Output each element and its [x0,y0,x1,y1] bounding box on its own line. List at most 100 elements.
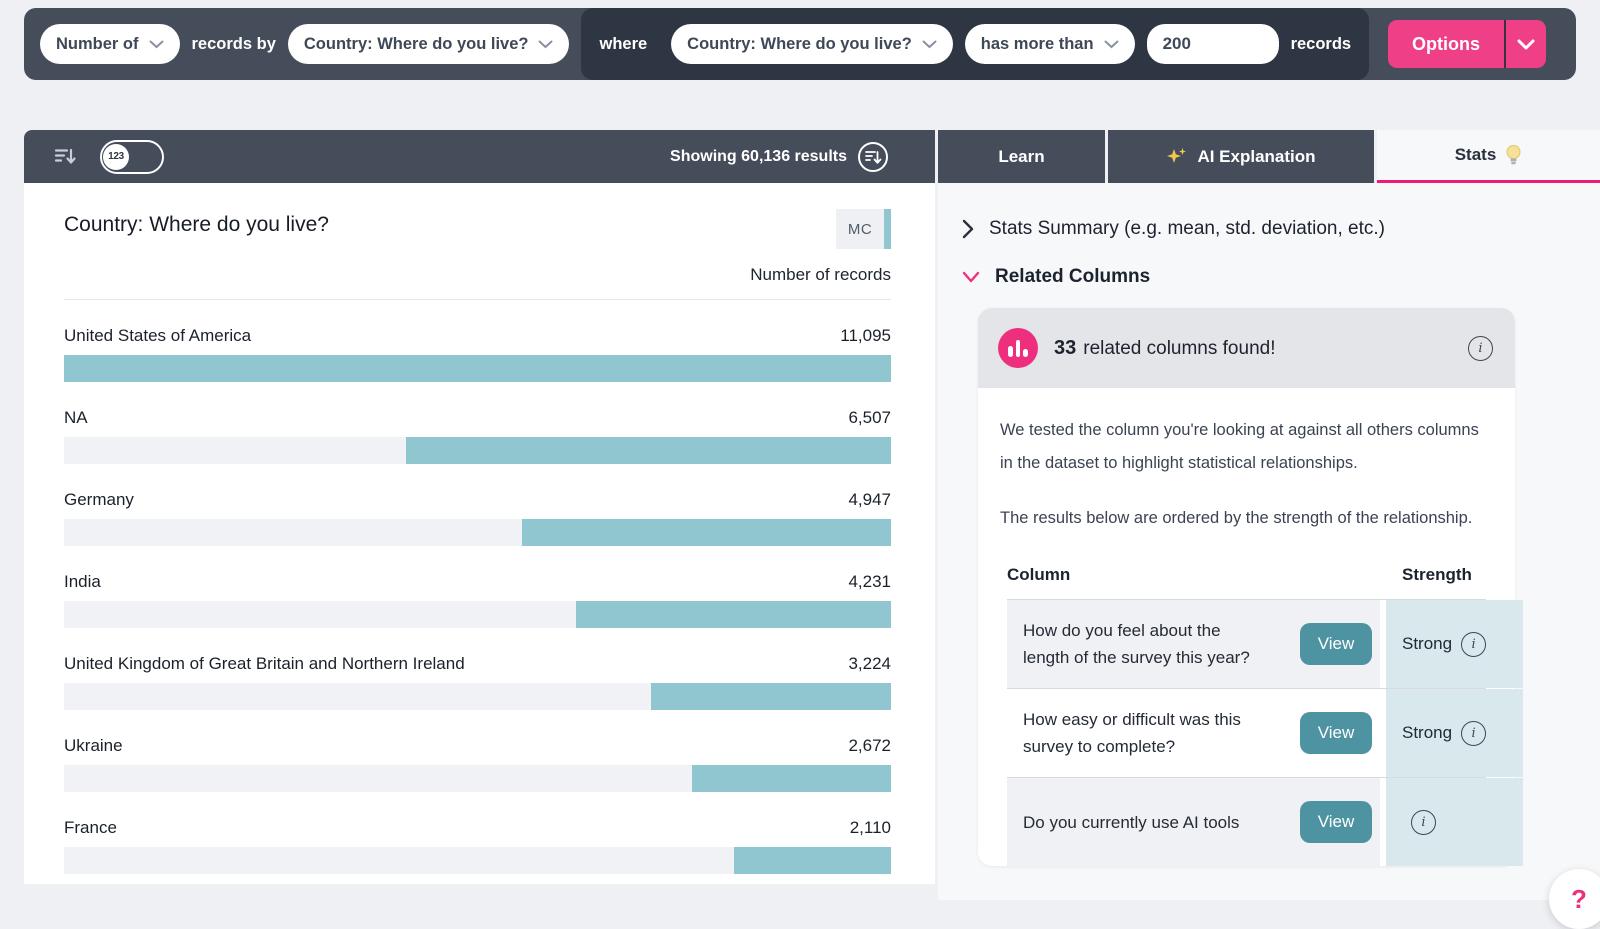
bar-fill [734,847,891,874]
chevron-down-icon [922,40,937,49]
filter-value-input[interactable] [1147,24,1279,64]
view-button[interactable]: View [1300,712,1372,754]
strength-cell: Strong i [1386,689,1523,777]
chart-bar-row[interactable]: United States of America 11,095 [64,326,891,382]
chevron-down-icon [1517,39,1535,50]
filter-group: where Country: Where do you live? has mo… [581,8,1369,80]
info-icon[interactable]: i [1468,336,1493,361]
chevron-down-icon [538,40,553,49]
stats-summary-label: Stats Summary (e.g. mean, std. deviation… [989,218,1385,240]
table-row: Do you currently use AI tools View i [1007,777,1486,866]
bar-category-label: NA [64,408,88,428]
tab-stats[interactable]: Stats [1377,130,1600,183]
help-button[interactable]: ? [1549,869,1600,929]
chevron-right-icon [962,219,974,239]
strength-cell: i [1386,778,1523,866]
info-icon[interactable]: i [1461,632,1486,657]
chart-bar-row[interactable]: Germany 4,947 [64,490,891,546]
related-columns-card: 33related columns found! i We tested the… [978,308,1515,866]
related-columns-accordion[interactable]: Related Columns [938,266,1600,288]
column-cell: How easy or difficult was this survey to… [1007,689,1380,777]
chart-bar-row[interactable]: United Kingdom of Great Britain and Nort… [64,654,891,710]
filter-operator-value: has more than [981,35,1094,54]
bar-track [64,765,891,792]
column-cell: How do you feel about the length of the … [1007,600,1380,688]
tab-learn[interactable]: Learn [938,130,1105,183]
showing-results-text: Showing 60,136 results [670,148,847,166]
related-columns-card-body: We tested the column you're looking at a… [978,388,1515,866]
tab-ai-explanation[interactable]: AI Explanation [1108,130,1374,183]
bar-category-label: France [64,818,117,838]
related-description-1: We tested the column you're looking at a… [1000,414,1493,480]
aggregation-select[interactable]: Number of [40,24,180,64]
info-icon[interactable]: i [1411,810,1436,835]
view-button[interactable]: View [1300,801,1372,843]
numeric-display-toggle[interactable]: 123 [100,140,164,174]
column-type-badge[interactable]: MC [836,209,891,249]
bar-category-label: India [64,572,101,592]
bar-value: 4,947 [848,490,891,510]
tab-learn-label: Learn [998,147,1044,167]
bar-track [64,519,891,546]
bar-track [64,847,891,874]
related-columns-card-header: 33related columns found! i [978,308,1515,388]
group-column-value: Country: Where do you live? [304,35,529,54]
bar-category-label: Germany [64,490,134,510]
options-button[interactable]: Options [1388,20,1504,68]
records-label: records [1291,35,1352,54]
filter-column-select[interactable]: Country: Where do you live? [671,24,953,64]
bar-fill [522,519,891,546]
panel-tabs: Learn AI Explanation Stats [938,130,1600,183]
strength-label: Strong [1402,634,1452,654]
chart-bar-row[interactable]: France 2,110 [64,818,891,874]
value-axis-label: Number of records [64,265,891,285]
filter-operator-select[interactable]: has more than [965,24,1135,64]
view-button[interactable]: View [1300,623,1372,665]
records-by-label: records by [192,35,276,54]
found-count-text: 33related columns found! [1054,337,1275,360]
bar-chart-icon [998,328,1038,368]
related-description-2: The results below are ordered by the str… [1000,502,1493,535]
found-count: 33 [1054,337,1076,359]
chart-bar-row[interactable]: Ukraine 2,672 [64,736,891,792]
tab-ai-label: AI Explanation [1197,147,1315,167]
related-columns-label: Related Columns [995,266,1150,288]
sort-descending-icon[interactable] [54,147,78,166]
sparkles-icon [1166,146,1188,168]
aggregation-value: Number of [56,35,139,54]
toggle-knob: 123 [103,144,129,170]
chart-bar-row[interactable]: India 4,231 [64,572,891,628]
bar-fill [64,355,891,382]
bar-track [64,683,891,710]
related-column-name: Do you currently use AI tools [1023,809,1239,836]
related-column-name: How do you feel about the length of the … [1023,617,1271,671]
column-header: Column [1007,565,1380,585]
info-icon[interactable]: i [1461,721,1486,746]
options-split-button: Options [1388,20,1546,68]
chevron-down-icon [1104,40,1119,49]
bar-value: 2,672 [848,736,891,756]
group-column-select[interactable]: Country: Where do you live? [288,24,570,64]
chart-divider [64,299,891,300]
bar-fill [651,683,891,710]
toggle-label: 123 [108,151,124,162]
column-type-label: MC [836,209,884,249]
bar-category-label: Ukraine [64,736,123,756]
column-cell: Do you currently use AI tools View [1007,778,1380,866]
bar-value: 4,231 [848,572,891,592]
query-toolbar: Number of records by Country: Where do y… [24,8,1576,80]
chart-bar-row[interactable]: NA 6,507 [64,408,891,464]
table-row: How easy or difficult was this survey to… [1007,688,1486,777]
lightbulb-icon [1505,144,1522,167]
bar-category-label: United States of America [64,326,251,346]
bar-fill [406,437,891,464]
related-column-name: How easy or difficult was this survey to… [1023,706,1271,760]
options-caret-button[interactable] [1506,20,1546,68]
bar-fill [692,765,891,792]
sort-circle-icon[interactable] [857,141,889,173]
strength-cell: Strong i [1386,600,1523,688]
where-label: where [599,35,647,54]
bar-value: 6,507 [848,408,891,428]
bar-value: 11,095 [840,326,891,346]
stats-summary-accordion[interactable]: Stats Summary (e.g. mean, std. deviation… [938,218,1600,240]
